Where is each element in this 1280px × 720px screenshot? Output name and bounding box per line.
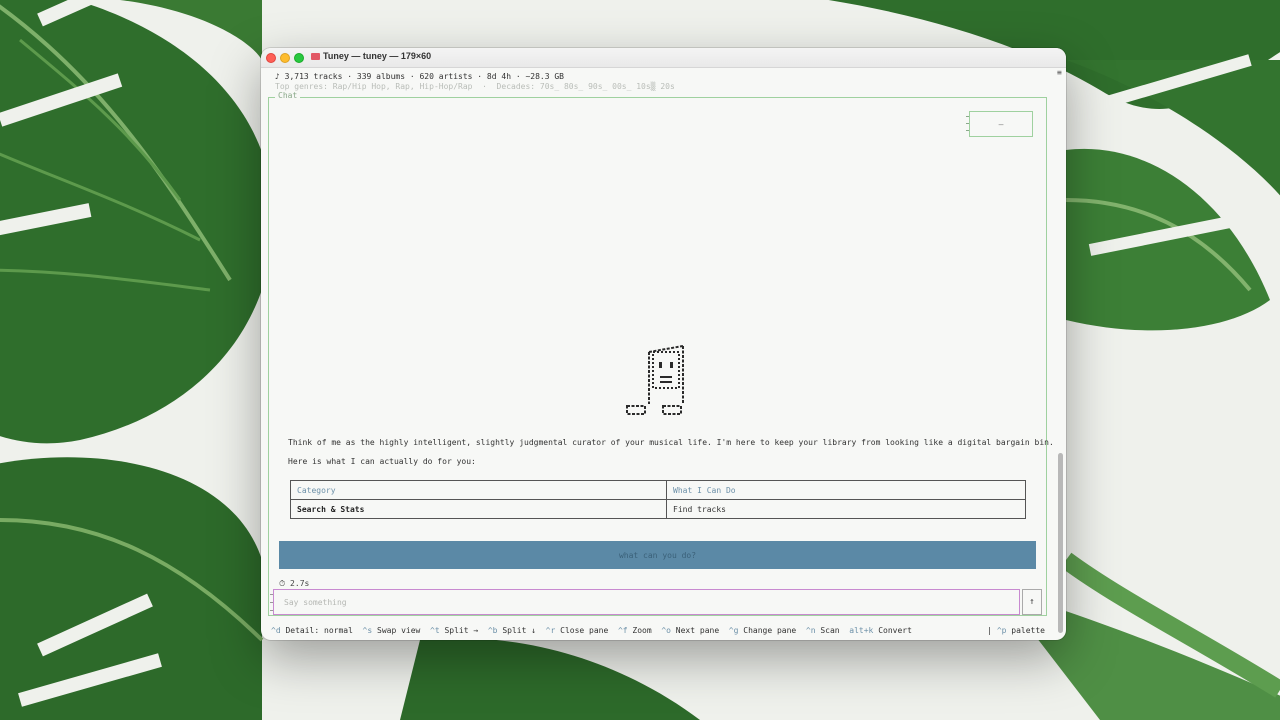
shortcut-label[interactable]: Convert [878,626,912,635]
palette-shortcut[interactable]: | ^p palette [987,626,1045,635]
shortcut-key: ^n [805,626,816,635]
shortcut-key: ^p [996,626,1007,635]
shortcut-label[interactable]: Split → [444,626,478,635]
shortcut-label[interactable]: Next pane [676,626,719,635]
table-header-cell: What I Can Do [666,480,1026,500]
close-window-button[interactable] [266,53,276,63]
assistant-intro-text: Think of me as the highly intelligent, s… [288,438,1054,447]
shortcut-key: ^d [271,626,281,635]
table-header-cell: Category [290,480,667,500]
shortcut-key: ^o [661,626,671,635]
shortcut-label[interactable]: Swap view [377,626,420,635]
shortcut-key: alt+k [849,626,874,635]
table-row: Search & Stats Find tracks [290,499,1026,519]
folder-icon [311,53,320,60]
window-title-text: Tuney — tuney — 179×60 [323,51,432,61]
shortcut-label[interactable]: Zoom [632,626,651,635]
shortcut-label[interactable]: Change pane [743,626,796,635]
window-title: Tuney — tuney — 179×60 [311,51,431,61]
title-bar[interactable]: Tuney — tuney — 179×60 [261,48,1066,68]
hamburger-menu-icon[interactable]: ≡ [1057,69,1064,77]
send-button[interactable]: ↑ [1022,589,1042,615]
shortcut-label[interactable]: Scan [820,626,839,635]
scrollbar[interactable] [1058,453,1063,633]
chat-pane-label: Chat [275,91,301,100]
response-timer: ⏱ 2.7s [279,579,310,588]
minimized-pane-box[interactable]: – [969,111,1033,137]
shortcut-label[interactable]: Close pane [560,626,608,635]
shortcut-key: ^g [728,626,739,635]
table-cell: Find tracks [666,499,1026,519]
table-cell: Search & Stats [290,499,667,519]
genre-decades-line: Top genres: Rap/Hip Hop, Rap, Hip-Hop/Ra… [275,82,675,91]
shortcut-label[interactable]: Split ↓ [502,626,536,635]
shortcut-key: ^s [362,626,373,635]
capabilities-table: Category What I Can Do Search & Stats Fi… [290,480,1026,519]
music-note-mascot-icon [626,345,684,415]
shortcut-key: ^r [545,626,556,635]
shortcut-label: palette [1011,626,1045,635]
chat-input[interactable]: Say something [273,589,1020,615]
shortcut-key: ^t [430,626,440,635]
assistant-intro-subtext: Here is what I can actually do for you: [288,457,476,466]
terminal-window: Tuney — tuney — 179×60 ≡ ♪ 3,713 tracks … [261,48,1066,640]
shortcut-label[interactable]: Detail: normal [285,626,352,635]
library-stats: ♪ 3,713 tracks · 339 albums · 620 artist… [275,72,564,81]
table-header-row: Category What I Can Do [290,480,1026,500]
shortcut-bar: ^d Detail: normal ^s Swap view ^t Split … [271,626,912,635]
shortcut-key: ^b [487,626,498,635]
maximize-window-button[interactable] [294,53,304,63]
suggested-prompt-button[interactable]: what can you do? [279,541,1036,569]
minimize-window-button[interactable] [280,53,290,63]
shortcut-key: ^f [617,626,628,635]
